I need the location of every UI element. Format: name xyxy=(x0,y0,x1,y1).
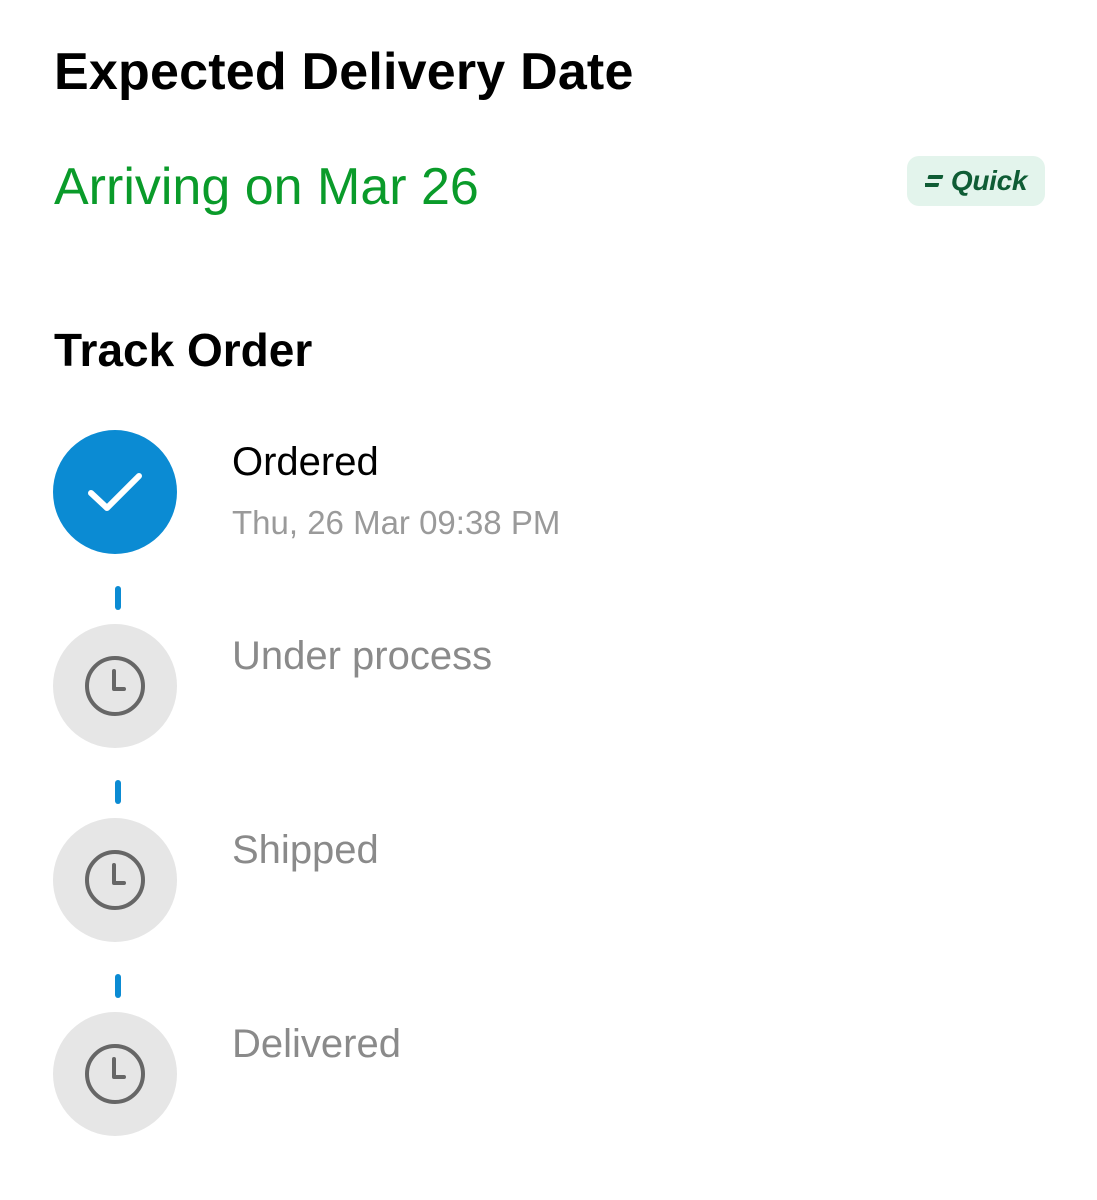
step-connector xyxy=(115,780,121,804)
step-under-process-label: Under process xyxy=(232,634,493,678)
clock-icon xyxy=(85,1044,145,1104)
step-ordered-label: Ordered xyxy=(232,440,379,484)
step-ordered-time: Thu, 26 Mar 09:38 PM xyxy=(232,504,561,541)
step-connector xyxy=(115,586,121,610)
track-order-heading: Track Order xyxy=(54,324,313,376)
clock-icon xyxy=(85,850,145,910)
speed-lines-icon xyxy=(924,175,944,187)
check-icon xyxy=(88,473,142,511)
step-shipped-status-circle xyxy=(53,818,177,942)
quick-badge-label: Quick xyxy=(950,165,1028,196)
step-ordered-status-circle xyxy=(53,430,177,554)
step-connector xyxy=(115,974,121,998)
step-delivered-label: Delivered xyxy=(232,1022,401,1066)
quick-delivery-badge: Quick xyxy=(907,156,1045,206)
step-shipped-label: Shipped xyxy=(232,828,379,872)
step-under-process-status-circle xyxy=(53,624,177,748)
arriving-date-text: Arriving on Mar 26 xyxy=(54,158,479,216)
step-delivered-status-circle xyxy=(53,1012,177,1136)
expected-delivery-heading: Expected Delivery Date xyxy=(54,43,634,101)
clock-icon xyxy=(85,656,145,716)
